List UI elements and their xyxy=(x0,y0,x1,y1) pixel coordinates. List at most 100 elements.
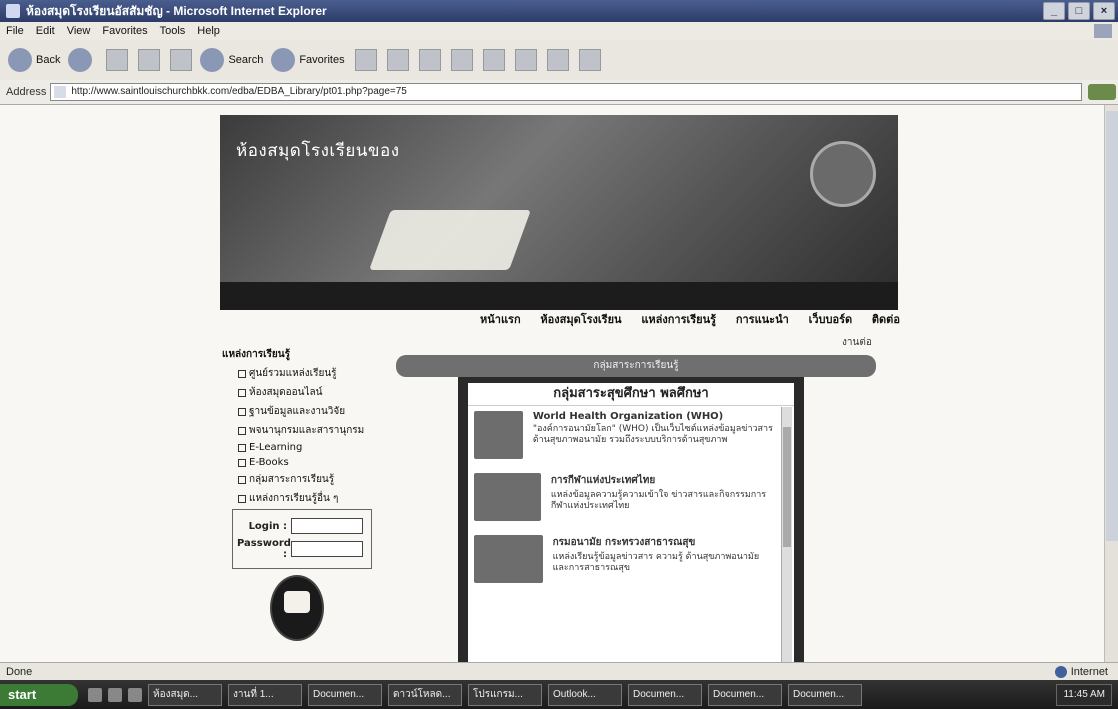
quicklaunch-icon[interactable] xyxy=(128,687,142,702)
left-menu-item[interactable]: พจนานุกรมและสารานุกรม xyxy=(238,423,382,438)
main-nav: หน้าแรก ห้องสมุดโรงเรียน แหล่งการเรียนรู… xyxy=(480,310,900,328)
login-label: Login : xyxy=(248,520,287,532)
book-icon xyxy=(284,591,310,613)
left-menu-item[interactable]: แหล่งการเรียนรู้อื่น ๆ xyxy=(238,491,382,506)
page-scroll-thumb[interactable] xyxy=(1106,111,1118,541)
menu-view[interactable]: View xyxy=(67,25,91,37)
edit-icon[interactable] xyxy=(450,49,473,71)
start-button[interactable]: start xyxy=(0,683,78,706)
left-menu-item[interactable]: ห้องสมุดออนไลน์ xyxy=(238,385,382,400)
taskbar-item[interactable]: โปรแกรม... xyxy=(468,683,542,706)
address-input[interactable]: http://www.saintlouischurchbkk.com/edba/… xyxy=(50,83,1083,101)
minimize-button[interactable]: _ xyxy=(1043,2,1065,20)
taskbar-item[interactable]: ห้องสมุด... xyxy=(148,683,222,706)
password-input[interactable] xyxy=(291,541,363,557)
maximize-button[interactable]: □ xyxy=(1068,2,1090,20)
tray-time: 11:45 AM xyxy=(1063,688,1105,700)
menu-bar: File Edit View Favorites Tools Help xyxy=(0,22,1118,40)
menu-edit[interactable]: Edit xyxy=(36,25,55,37)
password-label: Password : xyxy=(237,538,291,560)
page-icon xyxy=(238,475,246,484)
discuss-icon[interactable] xyxy=(482,49,505,71)
quicklaunch-icon[interactable] xyxy=(88,687,102,702)
open-book-image xyxy=(369,210,531,270)
nav-home[interactable]: หน้าแรก xyxy=(480,310,521,328)
back-button[interactable]: Back xyxy=(8,48,60,72)
taskbar-item[interactable]: Outlook... xyxy=(548,683,622,706)
taskbar-item[interactable]: ดาวน์โหลด... xyxy=(388,683,462,706)
menu-tools[interactable]: Tools xyxy=(160,25,186,37)
section-banner: กลุ่มสาระการเรียนรู้ xyxy=(396,355,876,377)
panel-scroll-thumb[interactable] xyxy=(783,427,791,547)
go-button[interactable] xyxy=(1088,84,1117,100)
nav-learning-sources[interactable]: แหล่งการเรียนรู้ xyxy=(641,310,716,328)
menu-file[interactable]: File xyxy=(6,25,24,37)
left-menu-item-label: ศูนย์รวมแหล่งเรียนรู้ xyxy=(249,368,337,379)
menu-favorites[interactable]: Favorites xyxy=(102,25,147,37)
school-logo-icon xyxy=(270,575,324,641)
left-menu: แหล่งการเรียนรู้ ศูนย์รวมแหล่งเรียนรู้ ห… xyxy=(222,347,382,510)
research-icon[interactable] xyxy=(514,49,537,71)
left-menu-item[interactable]: ฐานข้อมูลและงานวิจัย xyxy=(238,404,382,419)
print-icon[interactable] xyxy=(418,49,441,71)
left-menu-item-label: แหล่งการเรียนรู้อื่น ๆ xyxy=(249,493,339,504)
search-label: Search xyxy=(228,54,264,66)
search-button[interactable]: Search xyxy=(200,48,263,72)
taskbar-item[interactable]: Documen... xyxy=(708,683,782,706)
history-icon[interactable] xyxy=(354,49,377,71)
banner-footer xyxy=(220,282,898,310)
ie-logo-icon xyxy=(6,4,20,18)
bluetooth-icon[interactable] xyxy=(546,49,569,71)
nav-contact[interactable]: ติดต่อ xyxy=(872,310,900,328)
taskbar-item[interactable]: Documen... xyxy=(788,683,862,706)
page-icon xyxy=(238,458,246,467)
resource-entry[interactable]: การกีฬาแห่งประเทศไทย แหล่งข้อมูลความรู้ค… xyxy=(474,473,774,521)
resource-title[interactable]: การกีฬาแห่งประเทศไทย xyxy=(551,473,774,488)
nav-webboard[interactable]: เว็บบอร์ด xyxy=(809,310,853,328)
resource-title[interactable]: World Health Organization (WHO) xyxy=(533,411,774,422)
forward-button[interactable] xyxy=(68,48,96,72)
menu-help[interactable]: Help xyxy=(197,25,220,37)
resource-entry[interactable]: World Health Organization (WHO) "องค์การ… xyxy=(474,411,774,459)
more-link[interactable]: งานต่อ xyxy=(842,335,872,350)
star-icon xyxy=(271,48,296,72)
windows-flag-icon xyxy=(1094,24,1112,38)
refresh-icon[interactable] xyxy=(138,49,161,71)
address-label: Address xyxy=(6,86,47,98)
system-tray: 11:45 AM xyxy=(1056,683,1112,706)
resource-entry[interactable]: กรมอนามัย กระทรวงสาธารณสุข แหล่งเรียนรู้… xyxy=(474,535,774,583)
left-menu-item-label: ฐานข้อมูลและงานวิจัย xyxy=(249,406,346,417)
left-menu-item-label: E-Learning xyxy=(249,442,303,453)
quicklaunch-icon[interactable] xyxy=(108,687,122,702)
left-menu-item[interactable]: กลุ่มสาระการเรียนรู้ xyxy=(238,472,382,487)
back-label: Back xyxy=(36,54,61,66)
nav-library[interactable]: ห้องสมุดโรงเรียน xyxy=(540,310,621,328)
window-title: ห้องสมุดโรงเรียนอัสสัมชัญ - Microsoft In… xyxy=(26,3,327,18)
favorites-button[interactable]: Favorites xyxy=(271,48,345,72)
forward-arrow-icon xyxy=(68,48,93,72)
stop-icon[interactable] xyxy=(106,49,129,71)
mail-icon[interactable] xyxy=(386,49,409,71)
site-title: ห้องสมุดโรงเรียนของ xyxy=(236,141,400,161)
sports-authority-logo-image xyxy=(474,473,541,521)
left-menu-item[interactable]: E-Learning xyxy=(238,442,382,453)
taskbar-item[interactable]: Documen... xyxy=(628,683,702,706)
site-banner: ห้องสมุดโรงเรียนของ xyxy=(220,115,898,310)
favorites-label: Favorites xyxy=(299,54,345,66)
resource-title[interactable]: กรมอนามัย กระทรวงสาธารณสุข xyxy=(553,535,774,550)
left-menu-item[interactable]: ศูนย์รวมแหล่งเรียนรู้ xyxy=(238,366,382,381)
login-input[interactable] xyxy=(291,518,363,534)
page-icon xyxy=(238,426,246,435)
taskbar-item[interactable]: งานที่ 1... xyxy=(228,683,302,706)
messenger-icon[interactable] xyxy=(578,49,601,71)
page-scrollbar[interactable] xyxy=(1104,105,1118,662)
panel-scrollbar[interactable] xyxy=(781,407,792,662)
taskbar-item[interactable]: Documen... xyxy=(308,683,382,706)
close-button[interactable]: × xyxy=(1093,2,1115,20)
nav-recommend[interactable]: การแนะนำ xyxy=(736,310,789,328)
left-menu-item[interactable]: E-Books xyxy=(238,457,382,468)
home-icon[interactable] xyxy=(170,49,193,71)
back-arrow-icon xyxy=(8,48,32,72)
window-titlebar: ห้องสมุดโรงเรียนอัสสัมชัญ - Microsoft In… xyxy=(0,0,1118,22)
resource-panel-inner: กลุ่มสาระสุขศึกษา พลศึกษา World Health O… xyxy=(468,383,794,662)
